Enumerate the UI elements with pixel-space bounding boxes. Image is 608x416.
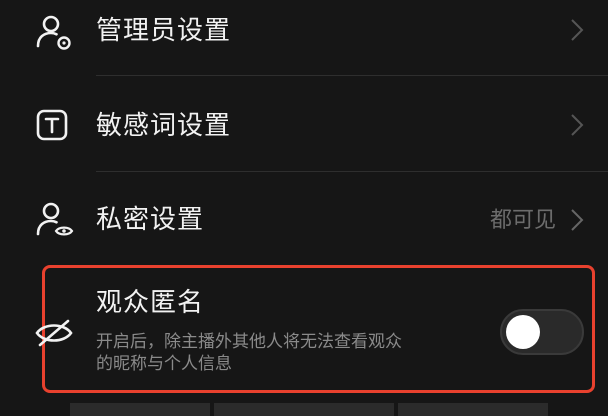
person-eye-icon	[36, 202, 74, 236]
chevron-right-icon	[571, 114, 584, 136]
admin-settings-label: 管理员设置	[96, 16, 232, 46]
anonymous-audience-description: 开启后，除主播外其他人将无法查看观众 的昵称与个人信息	[96, 331, 486, 375]
bottom-tile	[214, 403, 394, 416]
bottom-tile	[398, 403, 548, 416]
toggle-knob	[506, 315, 540, 349]
person-gear-icon	[36, 15, 71, 50]
description-line-1: 开启后，除主播外其他人将无法查看观众	[96, 332, 402, 352]
chevron-right-icon	[571, 209, 584, 231]
description-line-2: 的昵称与个人信息	[96, 354, 232, 374]
privacy-value: 都可见	[489, 208, 556, 233]
sensitive-words-row[interactable]: 敏感词设置	[0, 76, 608, 172]
bottom-tile	[70, 403, 210, 416]
anonymous-audience-label: 观众匿名	[96, 288, 205, 318]
sensitive-words-label: 敏感词设置	[96, 111, 232, 141]
text-box-icon	[36, 109, 68, 141]
anonymous-audience-toggle[interactable]	[500, 309, 584, 355]
admin-settings-row[interactable]: 管理员设置	[0, 0, 608, 76]
privacy-settings-label: 私密设置	[96, 205, 205, 235]
privacy-settings-row[interactable]: 私密设置 都可见	[0, 172, 608, 264]
eye-off-icon	[35, 319, 73, 347]
chevron-right-icon	[571, 19, 584, 41]
